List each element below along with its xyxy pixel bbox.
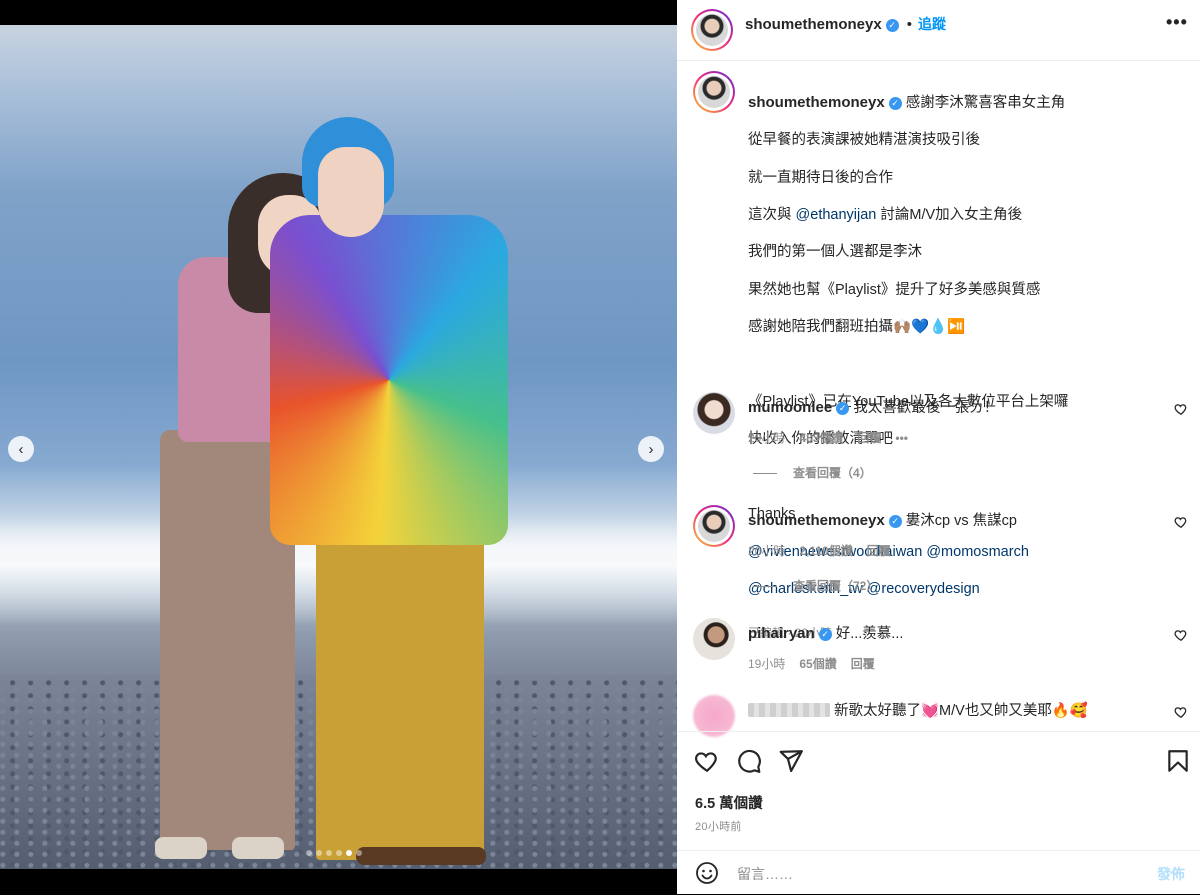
- carousel-prev-button[interactable]: ‹: [8, 436, 34, 462]
- like-comment-heart-icon[interactable]: [1174, 515, 1188, 529]
- comment-username-blurred[interactable]: [748, 703, 830, 717]
- like-heart-icon[interactable]: [694, 748, 720, 774]
- emoji-smiley-icon[interactable]: [695, 861, 719, 885]
- caption-line: 這次與 @ethanyijan 討論M/V加入女主角後: [748, 206, 1178, 225]
- caption-line: [748, 356, 1178, 375]
- reply-button[interactable]: 回覆: [857, 431, 881, 445]
- caption-line: shoumethemoneyx ✓ 感謝李沐驚喜客串女主角: [748, 94, 1178, 113]
- carousel-indicator: [306, 850, 362, 856]
- photo-figure-man-shoes: [356, 847, 486, 865]
- verified-badge-icon: ✓: [888, 96, 902, 110]
- photo-figure-man-face: [318, 147, 384, 237]
- comment-likes[interactable]: 2,110個讚: [799, 544, 852, 558]
- carousel-dot: [336, 850, 342, 856]
- comment-likes[interactable]: 65個讚: [799, 657, 836, 671]
- caption-line: 感謝她陪我們翻班拍攝🙌🏽💙💧⏯️: [748, 319, 966, 336]
- caption-line: 我們的第一個人選都是李沐: [748, 244, 922, 261]
- reply-button[interactable]: 回覆: [867, 544, 891, 558]
- verified-badge-icon: ✓: [818, 628, 832, 641]
- post-side-panel: shoumethemoneyx ✓ • 追蹤 ••• shoumethemoneyx ✓…: [677, 0, 1200, 894]
- more-options-button[interactable]: •••: [1166, 12, 1188, 33]
- carousel-dot: [306, 850, 312, 856]
- comment-meta: 19小時 65個讚 回覆: [748, 655, 889, 672]
- comment-text-line: mumoonlee ✓ 我太喜歡最後一張ㄉ！: [748, 396, 998, 417]
- caption-line-text: 感謝李沐驚喜客串女主角: [905, 94, 1066, 111]
- caption-line: 果然她也幫《Playlist》提升了好多美感與質感: [748, 281, 1041, 298]
- more-horizontal-icon: •••: [1166, 12, 1188, 32]
- comment-time: 20小時: [748, 431, 786, 445]
- add-comment-bar: 發佈: [677, 850, 1200, 895]
- carousel-dot: [326, 850, 332, 856]
- comment-avatar[interactable]: [693, 505, 735, 547]
- caption-body: shoumethemoneyx ✓ 感謝李沐驚喜客串女主角 從早餐的表演課被她精湛…: [748, 75, 1178, 662]
- separator-dot: •: [906, 16, 912, 33]
- carousel-dot: [316, 850, 322, 856]
- reply-button[interactable]: 回覆: [851, 657, 875, 671]
- post-comment-button[interactable]: 發佈: [1157, 864, 1185, 884]
- like-comment-heart-icon[interactable]: [1174, 628, 1188, 642]
- comment-text: 我太喜歡最後一張ㄉ！: [853, 400, 999, 416]
- caption-line: 就一直期待日後的合作: [748, 169, 893, 186]
- comment-input[interactable]: [735, 861, 1119, 887]
- caption-line-text: 討論M/V加入女主角後: [876, 206, 1023, 223]
- comment-username[interactable]: pihairyan: [748, 625, 815, 642]
- save-bookmark-icon[interactable]: [1165, 748, 1191, 774]
- comment-text: 婁沐cp vs 焦謀cp: [905, 513, 1017, 529]
- author-username[interactable]: shoumethemoneyx: [745, 16, 882, 33]
- post-header: shoumethemoneyx ✓ • 追蹤 •••: [677, 0, 1200, 61]
- post-photo: [0, 25, 677, 869]
- photo-figure-man-shirt: [270, 215, 508, 545]
- mention-link[interactable]: @ethanyijan: [796, 207, 877, 223]
- view-replies-button[interactable]: 查看回覆（4）: [753, 464, 872, 481]
- post-time: 20小時前: [695, 821, 742, 833]
- share-paper-plane-icon[interactable]: [778, 748, 804, 774]
- comment-text-line: 新歌太好聽了💓M/V也又帥又美耶🔥🥰: [748, 699, 1088, 720]
- comment-meta: 20小時 2,110個讚 回覆: [748, 542, 905, 559]
- comment-time: 19小時: [748, 657, 786, 671]
- like-comment-heart-icon[interactable]: [1174, 402, 1188, 416]
- comment-avatar[interactable]: [693, 392, 735, 434]
- comment-meta: 20小時 483個讚 回覆 •••: [748, 429, 922, 446]
- caption-line: 從早餐的表演課被她精湛演技吸引後: [748, 132, 980, 149]
- comment-text: 好...羨慕...: [835, 626, 904, 642]
- comment-likes[interactable]: 483個讚: [799, 431, 843, 445]
- comment-avatar[interactable]: [693, 618, 735, 660]
- carousel-dot: [356, 850, 362, 856]
- comment-options-icon[interactable]: •••: [895, 431, 908, 445]
- photo-figure-woman-shoe: [232, 837, 284, 859]
- carousel-dot: [346, 850, 352, 856]
- caption-line-text: 這次與: [748, 206, 796, 223]
- likes-count[interactable]: 6.5 萬個讚: [695, 792, 763, 813]
- author-avatar[interactable]: [691, 9, 733, 51]
- chevron-right-icon: ›: [648, 440, 654, 458]
- comment-text: 新歌太好聽了💓M/V也又帥又美耶🔥🥰: [834, 703, 1088, 719]
- comment-username[interactable]: shoumethemoneyx: [748, 512, 885, 529]
- comment-time: 20小時: [748, 544, 786, 558]
- verified-badge-icon: ✓: [888, 515, 902, 528]
- caption-avatar[interactable]: [693, 71, 735, 113]
- caption-username[interactable]: shoumethemoneyx: [748, 94, 885, 111]
- carousel-next-button[interactable]: ›: [638, 436, 664, 462]
- author-line: shoumethemoneyx ✓ • 追蹤: [745, 14, 946, 34]
- comment-bubble-icon[interactable]: [736, 748, 762, 774]
- verified-badge-icon: ✓: [836, 402, 850, 415]
- comment-text-line: shoumethemoneyx ✓ 婁沐cp vs 焦謀cp: [748, 509, 1017, 530]
- comment-text-line: pihairyan ✓ 好...羨慕...: [748, 622, 903, 643]
- comment-username[interactable]: mumoonlee: [748, 399, 832, 416]
- chevron-left-icon: ‹: [18, 440, 24, 458]
- follow-button[interactable]: 追蹤: [918, 16, 946, 32]
- verified-badge-icon: ✓: [885, 19, 899, 32]
- view-replies-button[interactable]: 查看回覆（72）: [753, 577, 878, 594]
- like-comment-heart-icon[interactable]: [1174, 705, 1188, 719]
- post-actions: 6.5 萬個讚 20小時前 發佈: [677, 731, 1200, 894]
- post-media: ‹ ›: [0, 0, 677, 894]
- photo-figure-woman-shoe: [155, 837, 207, 859]
